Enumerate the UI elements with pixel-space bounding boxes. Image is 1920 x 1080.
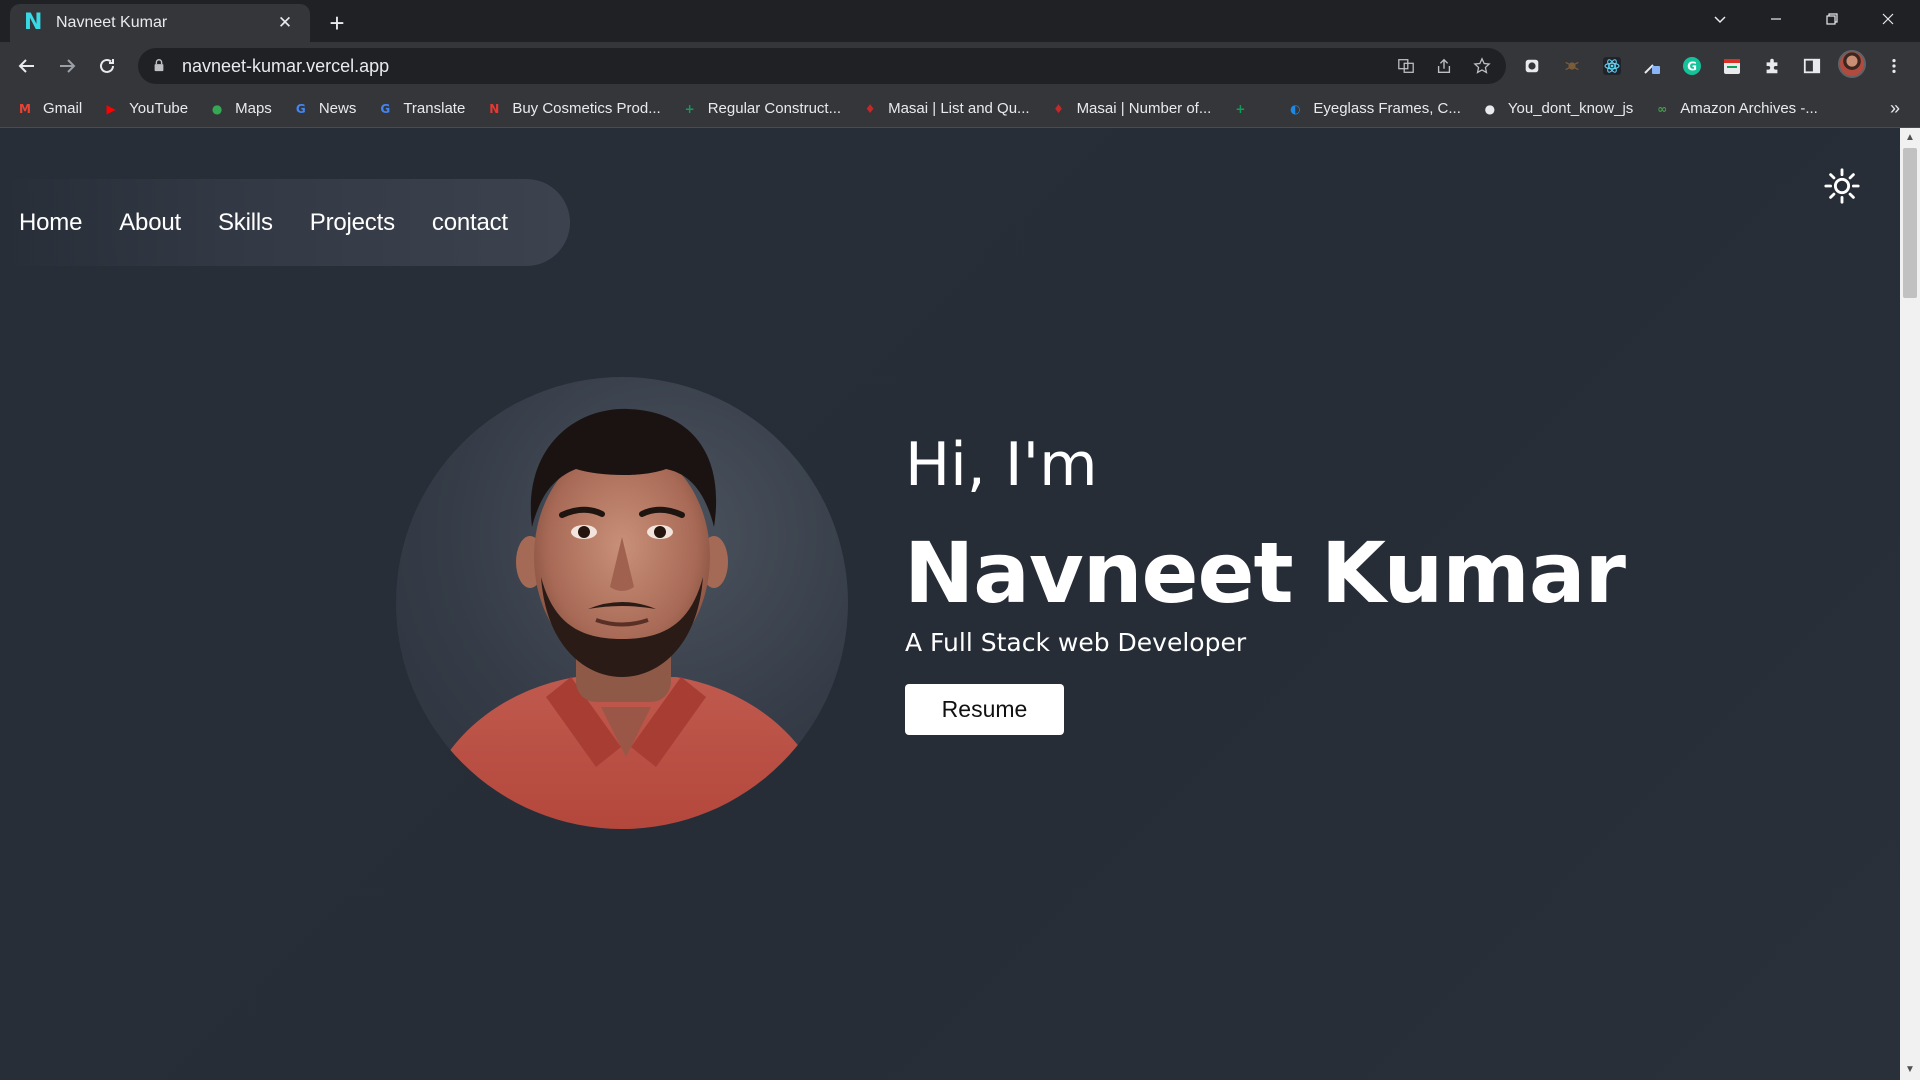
more-bookmarks-chevron-icon[interactable]: » [1890, 98, 1900, 119]
extension-screenshot-icon[interactable] [1518, 52, 1546, 80]
extension-bug-icon[interactable] [1558, 52, 1586, 80]
browser-toolbar: navneet-kumar.vercel.app G [0, 42, 1920, 90]
bookmark-item[interactable]: N Buy Cosmetics Prod... [485, 95, 660, 123]
chevron-down-icon [1714, 16, 1726, 24]
side-panel-icon[interactable] [1798, 52, 1826, 80]
forward-button[interactable] [51, 50, 83, 82]
bookmark-item[interactable]: ● Maps [208, 95, 272, 123]
scroll-down-arrow-icon[interactable]: ▼ [1904, 1064, 1916, 1076]
bookmark-item[interactable]: ∞ Amazon Archives -... [1653, 95, 1818, 123]
profile-portrait-illustration [416, 408, 836, 829]
bookmark-item[interactable]: + Regular Construct... [681, 95, 841, 123]
nav-about[interactable]: About [119, 209, 181, 237]
address-url: navneet-kumar.vercel.app [182, 55, 390, 76]
sheets-icon: + [1235, 101, 1246, 116]
bookmark-label: Masai | Number of... [1076, 100, 1212, 117]
bookmark-label: Regular Construct... [707, 100, 842, 117]
scroll-thumb[interactable] [1903, 148, 1917, 298]
hero-tagline: A Full Stack web Developer [905, 628, 1247, 657]
bookmark-label: Buy Cosmetics Prod... [512, 100, 661, 117]
profile-avatar[interactable] [1838, 50, 1866, 78]
browser-tab-strip: N Navneet Kumar ✕ + [0, 0, 1920, 42]
arrow-left-icon [18, 59, 34, 73]
arrow-right-icon [60, 59, 76, 73]
address-bar[interactable]: navneet-kumar.vercel.app [138, 48, 1506, 84]
translate-icon: G [380, 101, 391, 116]
news-icon: G [295, 101, 306, 116]
amazon-icon: ∞ [1657, 101, 1668, 116]
gmail-icon: M [19, 101, 31, 116]
bookmark-item[interactable]: G Translate [376, 95, 465, 123]
hero-name: Navneet Kumar [904, 524, 1626, 622]
site-favicon-icon: N [24, 10, 43, 35]
bookmark-item[interactable]: ◐ Eyeglass Frames, C... [1286, 95, 1461, 123]
github-icon: ● [1484, 101, 1496, 116]
masai-icon: ♦ [1053, 101, 1064, 116]
close-window-button[interactable] [1860, 0, 1916, 38]
bookmark-label: YouTube [129, 100, 189, 117]
masai-icon: ♦ [864, 101, 876, 116]
bookmark-label: Eyeglass Frames, C... [1313, 100, 1461, 117]
extension-calendar-icon[interactable] [1718, 52, 1746, 80]
bookmark-label: Masai | List and Qu... [888, 100, 1030, 117]
close-icon [1882, 13, 1894, 25]
bookmark-label: News [318, 100, 357, 117]
extensions-puzzle-icon[interactable] [1758, 52, 1786, 80]
restore-button[interactable] [1804, 0, 1860, 38]
share-icon[interactable] [1430, 52, 1458, 80]
maps-icon: ● [211, 101, 223, 116]
bookmark-item[interactable]: ♦ Masai | Number of... [1050, 95, 1212, 123]
nav-skills[interactable]: Skills [218, 209, 273, 237]
bookmark-item[interactable]: ▶ YouTube [102, 95, 189, 123]
minimize-button[interactable] [1748, 0, 1804, 38]
restore-icon [1826, 13, 1838, 25]
minimize-icon [1771, 18, 1781, 20]
bookmark-label: You_dont_know_js [1507, 100, 1634, 117]
bookmark-item[interactable]: M Gmail [16, 95, 82, 123]
extension-grammarly-icon[interactable]: G [1678, 52, 1706, 80]
lock-icon [152, 58, 168, 74]
bookmark-label: Amazon Archives -... [1680, 100, 1818, 117]
bookmark-label: Maps [235, 100, 272, 117]
menu-kebab-icon[interactable] [1880, 52, 1908, 80]
svg-text:G: G [1687, 60, 1697, 74]
browser-tab[interactable]: N Navneet Kumar ✕ [10, 4, 310, 42]
portfolio-page: Home About Skills Projects contact Hi, I… [0, 128, 1900, 1080]
bookmark-item[interactable]: G News [292, 95, 357, 123]
nav-projects[interactable]: Projects [310, 209, 395, 237]
hero-greeting: Hi, I'm [905, 430, 1098, 500]
bookmark-item[interactable]: + [1231, 95, 1258, 123]
profile-photo [396, 377, 848, 829]
sun-icon [1824, 168, 1860, 204]
reload-button[interactable] [91, 50, 123, 82]
cosmetics-icon: N [489, 101, 500, 116]
tab-close-icon[interactable]: ✕ [274, 12, 296, 34]
tab-search-button[interactable] [1692, 0, 1748, 38]
sheets-icon: + [684, 101, 695, 116]
bookmark-label: Translate [403, 100, 466, 117]
bookmarks-bar: M Gmail ▶ YouTube ● Maps G News G Translate N Buy C… [0, 90, 1920, 128]
nav-contact[interactable]: contact [432, 209, 508, 237]
page-scrollbar[interactable]: ▲ ▼ [1900, 128, 1920, 1080]
youtube-icon: ▶ [106, 101, 116, 116]
eyeglass-icon: ◐ [1290, 101, 1301, 116]
scroll-up-arrow-icon[interactable]: ▲ [1904, 132, 1916, 144]
nav-home[interactable]: Home [19, 209, 82, 237]
site-navbar: Home About Skills Projects contact [0, 179, 570, 266]
resume-button[interactable]: Resume [905, 684, 1064, 735]
translate-page-icon[interactable] [1392, 52, 1420, 80]
theme-toggle-button[interactable] [1820, 164, 1864, 208]
tab-title: Navneet Kumar [56, 14, 168, 31]
bookmark-item[interactable]: ● You_dont_know_js [1481, 95, 1634, 123]
new-tab-button[interactable]: + [322, 8, 352, 38]
extension-react-devtools-icon[interactable] [1598, 52, 1626, 80]
extension-colorpicker-icon[interactable] [1638, 52, 1666, 80]
bookmark-item[interactable]: ♦ Masai | List and Qu... [861, 95, 1030, 123]
back-button[interactable] [11, 50, 43, 82]
bookmark-label: Gmail [43, 100, 83, 117]
bookmark-star-icon[interactable] [1468, 52, 1496, 80]
reload-icon [100, 58, 114, 73]
